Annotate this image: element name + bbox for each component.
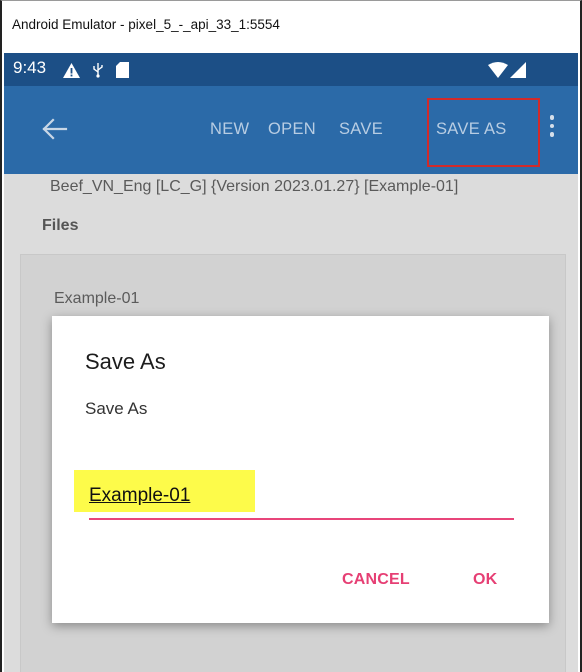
dialog-message: Save As xyxy=(85,399,148,418)
filename-input[interactable]: Example-01 xyxy=(74,470,514,520)
status-bar: 9:43 xyxy=(4,53,578,86)
arrow-left-icon[interactable] xyxy=(40,114,70,144)
emulator-window: Android Emulator - pixel_5_-_api_33_1:55… xyxy=(0,0,582,672)
document-info: Beef_VN_Eng [LC_G] {Version 2023.01.27} … xyxy=(50,178,459,195)
usb-icon xyxy=(93,63,103,78)
ok-button[interactable]: OK xyxy=(473,571,497,589)
new-button[interactable]: NEW xyxy=(210,120,249,139)
save-button[interactable]: SAVE xyxy=(339,120,383,139)
sd-card-icon xyxy=(116,62,129,78)
wifi-icon xyxy=(488,62,508,78)
file-list-item[interactable]: Example-01 xyxy=(54,290,139,308)
window-title: Android Emulator - pixel_5_-_api_33_1:55… xyxy=(12,17,280,32)
more-vert-icon[interactable] xyxy=(548,112,556,146)
save-as-dialog: Save As Save As Example-01 CANCEL OK xyxy=(52,316,549,623)
input-underline xyxy=(89,518,514,520)
signal-icon xyxy=(510,62,526,78)
save-as-highlight-box xyxy=(427,98,540,167)
open-button[interactable]: OPEN xyxy=(268,120,316,139)
dialog-title: Save As xyxy=(85,349,166,374)
status-left-icons xyxy=(63,59,129,81)
alert-icon xyxy=(63,62,80,78)
cancel-button[interactable]: CANCEL xyxy=(342,571,410,589)
files-heading: Files xyxy=(42,217,79,234)
filename-input-value: Example-01 xyxy=(89,485,191,506)
status-time: 9:43 xyxy=(13,58,47,77)
window-title-bar: Android Emulator - pixel_5_-_api_33_1:55… xyxy=(4,2,578,53)
status-right-icons xyxy=(488,59,526,81)
